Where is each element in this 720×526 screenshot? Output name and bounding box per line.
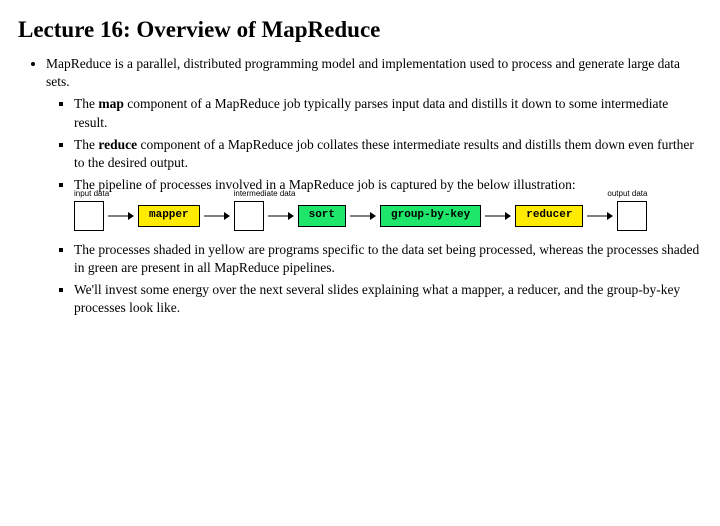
output-label: output data	[607, 189, 647, 200]
shading-bullet: The processes shaded in yellow are progr…	[74, 241, 702, 277]
reduce-post: component of a MapReduce job collates th…	[74, 137, 694, 170]
arrow-icon	[485, 211, 511, 221]
map-pre: The	[74, 96, 98, 111]
inner-list: The map component of a MapReduce job typ…	[46, 95, 702, 317]
map-post: component of a MapReduce job typically p…	[74, 96, 668, 129]
reduce-bold: reduce	[98, 137, 137, 152]
intermediate-label: intermediate data	[234, 189, 296, 200]
reduce-pre: The	[74, 137, 98, 152]
intro-bullet: MapReduce is a parallel, distributed pro…	[46, 55, 702, 91]
input-box	[74, 201, 104, 231]
arrow-icon	[350, 211, 376, 221]
page-title: Lecture 16: Overview of MapReduce	[18, 14, 702, 45]
input-label: input data	[74, 189, 109, 200]
output-box-wrap: output data	[617, 201, 647, 231]
outer-list: MapReduce is a parallel, distributed pro…	[18, 55, 702, 317]
map-bullet: The map component of a MapReduce job typ…	[74, 95, 702, 131]
arrow-icon	[108, 211, 134, 221]
reducer-stage: reducer	[515, 205, 583, 227]
invest-bullet: We'll invest some energy over the next s…	[74, 281, 702, 317]
reduce-bullet: The reduce component of a MapReduce job …	[74, 136, 702, 172]
mapper-stage: mapper	[138, 205, 200, 227]
group-stage: group-by-key	[380, 205, 481, 227]
output-box	[617, 201, 647, 231]
input-box-wrap: input data	[74, 201, 104, 231]
arrow-icon	[204, 211, 230, 221]
pipeline-diagram: input data mapper intermediate data sort…	[74, 201, 702, 231]
map-bold: map	[98, 96, 124, 111]
intermediate-box-wrap: intermediate data	[234, 201, 264, 231]
intermediate-box	[234, 201, 264, 231]
sort-stage: sort	[298, 205, 346, 227]
arrow-icon	[268, 211, 294, 221]
arrow-icon	[587, 211, 613, 221]
